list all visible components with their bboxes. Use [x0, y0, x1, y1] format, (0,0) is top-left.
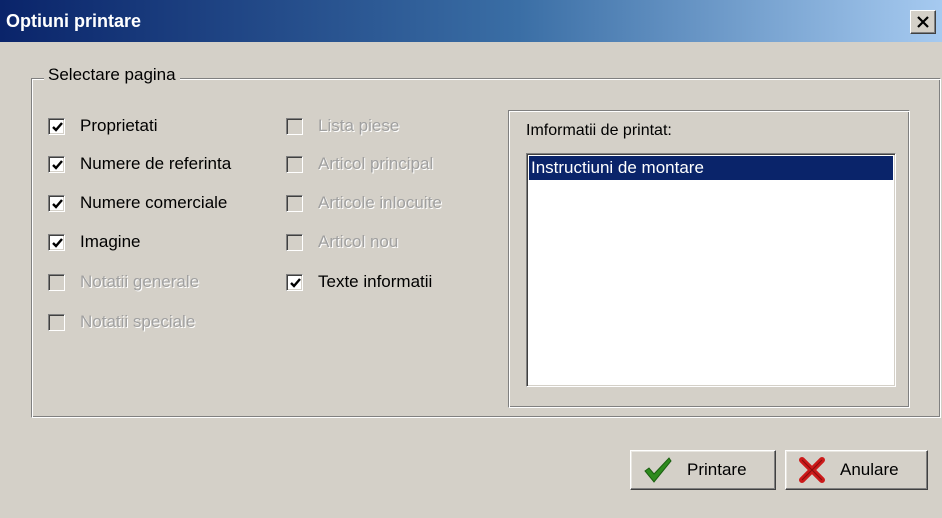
check-mark-icon [52, 237, 63, 248]
window-title: Optiuni printare [6, 11, 141, 31]
checkbox-label: Articole inlocuite [318, 193, 442, 212]
checkbox-numere-comerciale[interactable]: Numere comerciale [48, 191, 227, 215]
close-button[interactable] [910, 10, 936, 34]
close-icon [917, 16, 929, 28]
checkbox-imagine[interactable]: Imagine [48, 230, 140, 254]
check-mark-icon [290, 277, 301, 288]
check-mark-icon [52, 198, 63, 209]
print-button-label: Printare [687, 460, 747, 479]
checkbox-label: Numere comerciale [80, 193, 228, 212]
checkbox-label: Articol principal [318, 154, 434, 173]
checkbox-box [286, 117, 303, 135]
checkbox-box[interactable] [48, 117, 65, 135]
info-to-print-listbox[interactable]: Instructiuni de montare [526, 153, 896, 387]
check-mark-icon [52, 121, 63, 132]
checkbox-label: Articol nou [318, 232, 399, 251]
checkbox-numere-de-referinta[interactable]: Numere de referinta [48, 152, 231, 176]
title-bar: Optiuni printare [0, 0, 942, 42]
cancel-button[interactable]: Anulare [785, 450, 928, 490]
checkbox-notatii-generale: Notatii generale [48, 270, 199, 294]
checkbox-label: Notatii speciale [80, 312, 196, 331]
checkbox-articol-nou: Articol nou [286, 230, 398, 254]
checkbox-lista-piese: Lista piese [286, 114, 399, 138]
checkbox-articole-inlocuite: Articole inlocuite [286, 191, 442, 215]
page-selection-legend: Selectare pagina [44, 65, 180, 85]
checkbox-box [286, 155, 303, 173]
checkbox-box[interactable] [48, 155, 65, 173]
checkbox-notatii-speciale: Notatii speciale [48, 310, 195, 334]
red-x-icon [798, 456, 826, 484]
checkbox-label: Texte informatii [318, 272, 433, 291]
list-item[interactable]: Instructiuni de montare [529, 156, 893, 180]
checkbox-box [48, 313, 65, 331]
checkbox-label: Lista piese [318, 116, 400, 135]
checkbox-label: Proprietati [80, 116, 158, 135]
check-mark-icon [52, 159, 63, 170]
checkbox-label: Imagine [80, 232, 141, 251]
checkbox-texte-informatii[interactable]: Texte informatii [286, 270, 432, 294]
checkbox-proprietati[interactable]: Proprietati [48, 114, 157, 138]
checkbox-box [286, 233, 303, 251]
print-button[interactable]: Printare [630, 450, 776, 490]
checkbox-box[interactable] [48, 233, 65, 251]
checkbox-box [48, 273, 65, 291]
checkbox-box[interactable] [48, 194, 65, 212]
checkbox-box[interactable] [286, 273, 303, 291]
checkbox-box [286, 194, 303, 212]
checkbox-label: Notatii generale [80, 272, 200, 291]
green-check-icon [643, 456, 673, 484]
cancel-button-label: Anulare [840, 460, 899, 479]
checkbox-label: Numere de referinta [80, 154, 232, 173]
checkbox-articol-principal: Articol principal [286, 152, 433, 176]
info-to-print-label: Imformatii de printat: [526, 122, 672, 139]
